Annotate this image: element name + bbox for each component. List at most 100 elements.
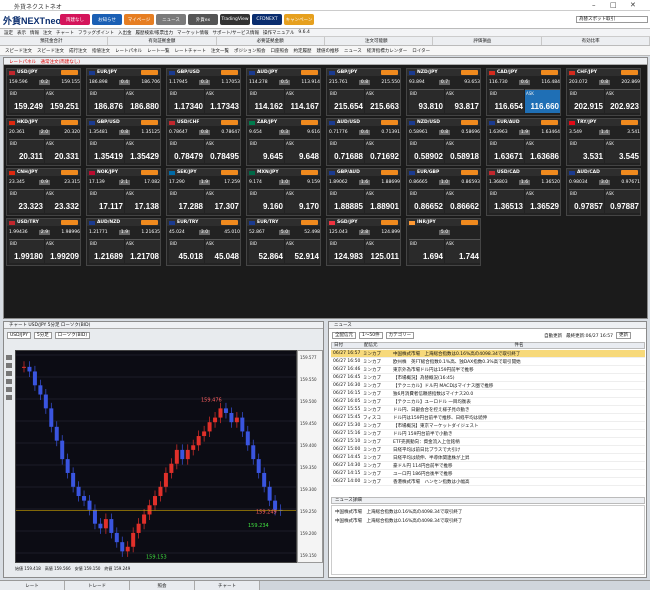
toolbar-button[interactable]: スピード注文: [5, 48, 32, 54]
bid-button[interactable]: BID 1.36513: [489, 189, 524, 213]
toolbar-button[interactable]: ポジション照会: [234, 48, 266, 54]
news-row[interactable]: 06/27 16:15 ミンカブ 独6月消費者信頼感指数はマイナス20.0: [331, 390, 645, 398]
bid-button[interactable]: BID 3.531: [569, 139, 604, 163]
bottom-tab[interactable]: 照会: [130, 581, 195, 590]
chart-type-select[interactable]: ローソク(BID): [54, 331, 91, 339]
header-button-2[interactable]: マイページ: [124, 14, 154, 25]
bid-button[interactable]: BID 1.88885: [329, 189, 364, 213]
rate-tile[interactable]: USD/TRY 1.99436 2.9 1.98996 BID 1.99180 ASK 1.9…: [6, 218, 81, 266]
news-row[interactable]: 06/27 15:55 ミンカブ ドル円、日銀会合を控え様子見の動き: [331, 406, 645, 414]
news-refresh-button[interactable]: 更新: [615, 332, 631, 339]
ask-button[interactable]: ASK 116.660: [525, 89, 560, 113]
order-toggle-button[interactable]: [541, 170, 558, 175]
rate-tile[interactable]: USD/CAD 1.36803 1.6 1.36520 BID 1.36513 ASK 1.3…: [486, 168, 561, 216]
bid-button[interactable]: BID 0.86652: [409, 189, 444, 213]
bid-button[interactable]: BID 215.654: [329, 89, 364, 113]
menu-item[interactable]: 履歴検索/帳票出力: [135, 30, 173, 36]
rate-tile[interactable]: NOK/JPY 17.139 2.1 17.082 BID 17.117 ASK 17.138: [86, 168, 161, 216]
order-toggle-button[interactable]: [221, 170, 238, 175]
news-row[interactable]: 06/27 15:10 ミンカブ ETF売買動向：資金流入上位銘柄: [331, 438, 645, 446]
bid-button[interactable]: BID 124.983: [329, 239, 364, 263]
bid-button[interactable]: BID 1.17340: [169, 89, 204, 113]
bid-button[interactable]: BID 159.249: [9, 89, 44, 113]
ask-button[interactable]: ASK 9.170: [285, 189, 320, 213]
cursor-tool-icon[interactable]: [6, 355, 12, 360]
rate-tile[interactable]: AUD/USD 0.71776 0.4 0.71391 BID 0.71688 ASK 0.7…: [326, 118, 401, 166]
bid-button[interactable]: BID 52.864: [249, 239, 284, 263]
rate-tile[interactable]: NZD/USD 0.58961 0.8 0.58696 BID 0.58902 ASK 0.5…: [406, 118, 481, 166]
order-toggle-button[interactable]: [61, 70, 78, 75]
rate-tile[interactable]: EUR/AUD 1.63963 1.9 1.63464 BID 1.63671 ASK 1.6…: [486, 118, 561, 166]
rate-tile[interactable]: AUD/NZD 1.21771 1.9 1.21635 BID 1.21689 ASK 1.2…: [86, 218, 161, 266]
bid-button[interactable]: BID 1.694: [409, 239, 444, 263]
toolbar-button[interactable]: レート一覧: [147, 48, 170, 54]
maximize-icon[interactable]: □: [610, 1, 617, 9]
rate-tile[interactable]: TRY/JPY 3.549 1.4 3.541 BID 3.531 ASK 3.545: [566, 118, 641, 166]
chart-interval-select[interactable]: 5分足: [33, 331, 52, 339]
ask-button[interactable]: ASK 1.21708: [125, 239, 160, 263]
rate-tile[interactable]: EUR/GBP 0.86665 1.0 0.86593 BID 0.86652 ASK 0.8…: [406, 168, 481, 216]
rate-tile[interactable]: USD/CHF 0.78647 0.8 0.78647 BID 0.78479 ASK 0.7…: [166, 118, 241, 166]
ask-button[interactable]: ASK 93.817: [445, 89, 480, 113]
trendline-tool-icon[interactable]: [6, 363, 12, 368]
ask-button[interactable]: ASK 0.78495: [205, 139, 240, 163]
order-toggle-button[interactable]: [461, 220, 478, 225]
ask-button[interactable]: ASK 23.332: [45, 189, 80, 213]
menu-item[interactable]: 情報: [30, 30, 39, 36]
ask-button[interactable]: ASK 1.99209: [45, 239, 80, 263]
bid-button[interactable]: BID 0.58902: [409, 139, 444, 163]
bid-button[interactable]: BID 116.654: [489, 89, 524, 113]
bid-button[interactable]: BID 17.117: [89, 189, 124, 213]
order-toggle-button[interactable]: [221, 70, 238, 75]
news-row[interactable]: 06/27 16:50 ミンカブ 欧州株 英FT総合指数0.1%高、独DAX指数0.…: [331, 358, 645, 366]
rate-tile[interactable]: INR/JPY 5.0 BID 1.694 ASK 1.744: [406, 218, 481, 266]
bid-button[interactable]: BID 9.160: [249, 189, 284, 213]
toolbar-button[interactable]: 経済指標カレンダー: [367, 48, 408, 54]
ask-button[interactable]: ASK 9.648: [285, 139, 320, 163]
order-toggle-button[interactable]: [141, 120, 158, 125]
ask-button[interactable]: ASK 0.97887: [605, 189, 640, 213]
ask-button[interactable]: ASK 1.88901: [365, 189, 400, 213]
rate-tile[interactable]: AUD/CAD 0.98034 3.0 0.97671 BID 0.97857 ASK 0.9…: [566, 168, 641, 216]
news-category-button[interactable]: カテゴリー: [385, 332, 415, 339]
order-toggle-button[interactable]: [141, 170, 158, 175]
order-toggle-button[interactable]: [301, 70, 318, 75]
news-row[interactable]: 06/27 14:45 ミンカブ 日経平均は続伸、半導体関連株が上昇: [331, 454, 645, 462]
ask-button[interactable]: ASK 0.86662: [445, 189, 480, 213]
ask-button[interactable]: ASK 0.71692: [365, 139, 400, 163]
order-toggle-button[interactable]: [381, 220, 398, 225]
candlestick-plot[interactable]: 159.476 159.249 159.234 159.153: [15, 350, 297, 563]
news-row[interactable]: 06/27 16:46 ミンカブ 東京外為市場ドル円は159円前半で推移: [331, 366, 645, 374]
order-toggle-button[interactable]: [141, 220, 158, 225]
rate-tile[interactable]: ZAR/JPY 9.654 0.3 9.616 BID 9.645 ASK 9.648: [246, 118, 321, 166]
order-toggle-button[interactable]: [301, 220, 318, 225]
minimize-icon[interactable]: –: [592, 1, 596, 9]
toolbar-button[interactable]: 建値の推移: [316, 48, 339, 54]
bid-button[interactable]: BID 1.35419: [89, 139, 124, 163]
bid-button[interactable]: BID 1.63671: [489, 139, 524, 163]
toolbar-button[interactable]: 指値注文: [92, 48, 110, 54]
ask-button[interactable]: ASK 159.251: [45, 89, 80, 113]
ask-button[interactable]: ASK 114.167: [285, 89, 320, 113]
ask-button[interactable]: ASK 186.880: [125, 89, 160, 113]
rate-tile[interactable]: EUR/TRY 45.024 3.0 45.010 BID 45.018 ASK 45.048: [166, 218, 241, 266]
bottom-tab[interactable]: トレード: [65, 581, 130, 590]
news-row[interactable]: 06/27 16:45 ミンカブ 【市場概況】為替概況(16:45): [331, 374, 645, 382]
ask-button[interactable]: ASK 17.138: [125, 189, 160, 213]
ask-button[interactable]: ASK 45.048: [205, 239, 240, 263]
header-button-5[interactable]: TradingView: [220, 14, 250, 25]
menu-item[interactable]: 注文: [43, 30, 52, 36]
order-toggle-button[interactable]: [301, 120, 318, 125]
rate-tile[interactable]: MXN/JPY 9.174 1.0 9.159 BID 9.160 ASK 9.170: [246, 168, 321, 216]
rate-tile[interactable]: GBP/JPY 215.761 0.8 215.550 BID 215.654 ASK 215…: [326, 68, 401, 116]
header-button-1[interactable]: お知らせ: [92, 14, 122, 25]
bid-button[interactable]: BID 186.876: [89, 89, 124, 113]
header-button-0[interactable]: 両建なし: [60, 14, 90, 25]
eraser-tool-icon[interactable]: [6, 395, 12, 400]
spot-trade-select[interactable]: 為替スポット取引: [576, 16, 648, 23]
ask-button[interactable]: ASK 1.36529: [525, 189, 560, 213]
order-toggle-button[interactable]: [221, 220, 238, 225]
bid-button[interactable]: BID 202.915: [569, 89, 604, 113]
rate-tile[interactable]: CAD/JPY 116.730 0.6 116.484 BID 116.654 ASK 116…: [486, 68, 561, 116]
rate-tile[interactable]: USD/JPY 159.596 0.2 159.155 BID 159.249 ASK 159…: [6, 68, 81, 116]
